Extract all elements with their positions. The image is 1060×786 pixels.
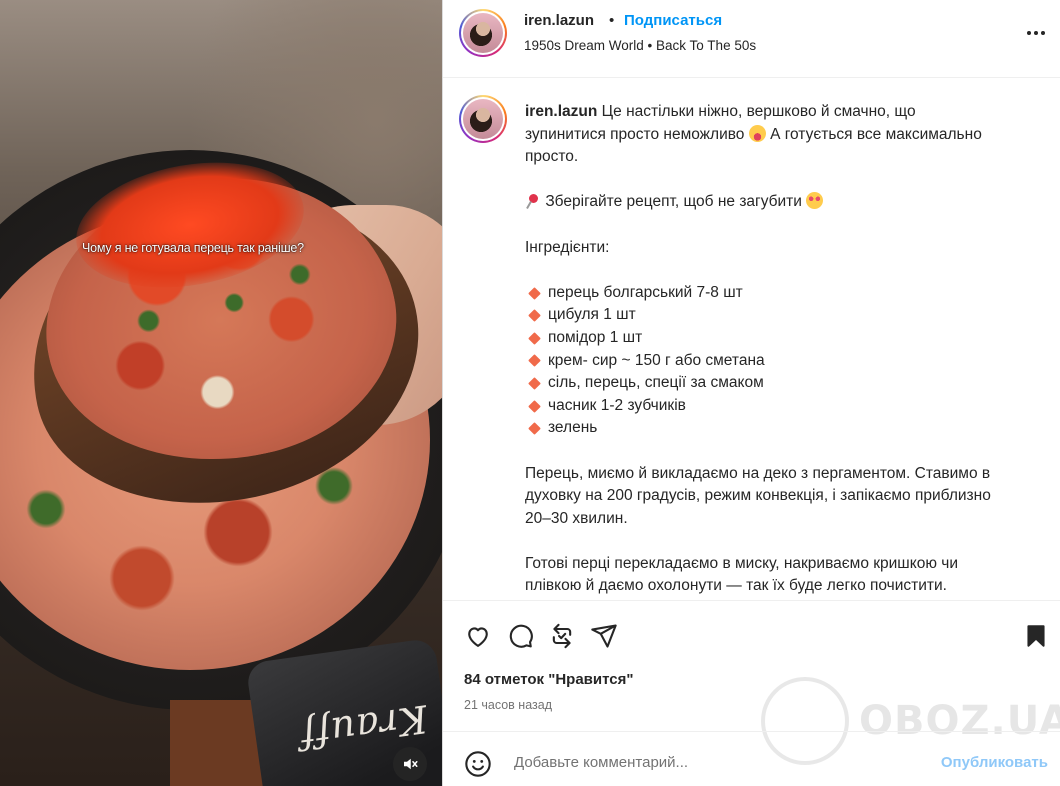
more-options-button[interactable]: [1027, 28, 1051, 38]
diamond-bullet-icon: [528, 354, 541, 368]
avatar-image: [463, 13, 503, 53]
mute-button[interactable]: [393, 747, 427, 781]
list-item: сіль, перець, спеції за смаком: [525, 372, 995, 395]
caption-save-text: Зберігайте рецепт, щоб не загубити: [545, 193, 802, 211]
comment-icon: [509, 624, 533, 648]
likes-count[interactable]: 84 отметок "Нравится": [464, 671, 633, 688]
pushpin-emoji-icon: [525, 193, 541, 209]
squinting-tongue-emoji-icon: [748, 124, 766, 142]
repost-icon: [552, 623, 572, 649]
diamond-bullet-icon: [528, 422, 541, 435]
list-item: цибуля 1 шт: [525, 304, 995, 327]
diamond-bullet-icon: [528, 399, 541, 413]
post-timestamp[interactable]: 21 часов назад: [464, 698, 552, 712]
emoji-smile-icon: [465, 751, 491, 777]
smiling-hearts-emoji-icon: [806, 192, 824, 210]
recipe-step-2: Готові перці перекладаємо в миску, накри…: [525, 554, 958, 595]
comment-button[interactable]: [505, 621, 535, 651]
post-panel: iren.lazun • Подписаться 1950s Dream Wor…: [442, 0, 1060, 786]
video-caption-overlay: Чому я не готувала перець так раніше?: [82, 241, 304, 255]
caption-avatar[interactable]: [459, 95, 507, 143]
comment-composer: Добавьте комментарий... Опубликовать: [443, 731, 1060, 786]
post-video[interactable]: Krauff Чому я не готувала перець так ран…: [0, 0, 442, 786]
comments-scroll-area[interactable]: iren.lazun Це настільки ніжно, вершково …: [443, 79, 1060, 600]
more-horizontal-icon: [1027, 31, 1031, 35]
caption-username[interactable]: iren.lazun: [525, 103, 597, 120]
comment-input[interactable]: Добавьте комментарий...: [514, 754, 688, 771]
like-button[interactable]: [463, 621, 493, 651]
diamond-bullet-icon: [528, 286, 541, 300]
avatar[interactable]: [459, 9, 507, 57]
instagram-post-modal: Krauff Чому я не готувала перець так ран…: [0, 0, 1060, 786]
post-actions: 84 отметок "Нравится" 21 часов назад: [443, 600, 1060, 730]
diamond-bullet-icon: [528, 377, 541, 390]
save-button[interactable]: [1021, 621, 1051, 651]
list-item: помідор 1 шт: [525, 327, 995, 350]
audio-subtitle[interactable]: 1950s Dream World • Back To The 50s: [524, 38, 756, 53]
recipe-step-1: Перець, миємо й викладаємо на деко з пер…: [525, 464, 991, 527]
avatar-image: [463, 99, 503, 139]
diamond-bullet-icon: [528, 309, 541, 323]
diamond-bullet-icon: [528, 331, 541, 345]
list-item: часник 1-2 зубчиків: [525, 395, 995, 418]
emoji-button[interactable]: [463, 749, 493, 779]
repost-button[interactable]: [547, 621, 577, 651]
header-username[interactable]: iren.lazun: [524, 12, 594, 29]
post-header: iren.lazun • Подписаться 1950s Dream Wor…: [443, 0, 1060, 78]
list-item: зелень: [525, 417, 995, 440]
list-item: крем- сир ~ 150 г або сметана: [525, 350, 995, 373]
post-caption: iren.lazun Це настільки ніжно, вершково …: [525, 101, 995, 598]
share-button[interactable]: [589, 621, 619, 651]
post-comment-button[interactable]: Опубликовать: [941, 754, 1048, 771]
speaker-muted-icon: [404, 758, 418, 770]
bookmark-icon: [1027, 625, 1045, 647]
ingredients-title: Інгредієнти:: [525, 238, 610, 256]
share-icon: [591, 624, 617, 648]
follow-button[interactable]: Подписаться: [624, 12, 722, 29]
header-separator: •: [609, 12, 615, 29]
heart-icon: [468, 627, 488, 647]
list-item: перець болгарський 7-8 шт: [525, 282, 995, 305]
